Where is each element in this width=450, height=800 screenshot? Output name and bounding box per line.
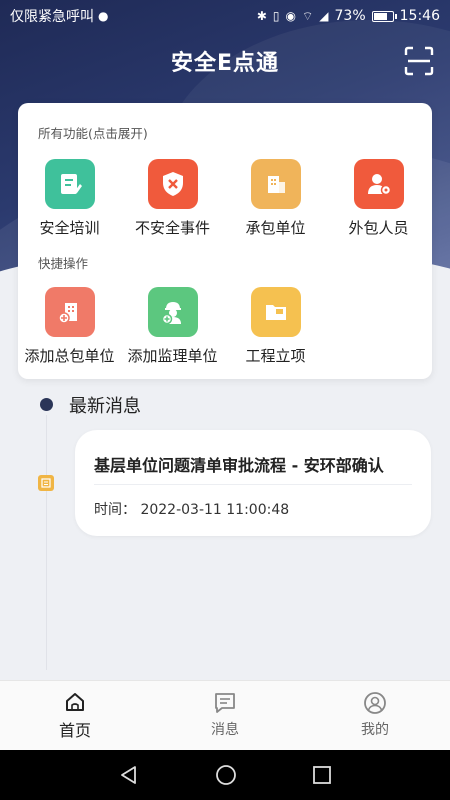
action-add-supervisor[interactable]: 添加监理单位 — [121, 287, 224, 366]
person-gear-icon — [353, 159, 404, 209]
building-icon — [250, 159, 301, 209]
training-icon — [44, 159, 95, 209]
all-functions-grid: 安全培训 不安全事件 承包单位 外包人员 — [18, 159, 432, 238]
tab-profile[interactable]: 我的 — [300, 681, 450, 750]
home-circle-icon[interactable] — [215, 764, 237, 786]
battery-percent: 73% — [334, 8, 366, 24]
news-heading: 最新消息 — [69, 396, 141, 417]
title-bar: 安全E点通 — [0, 38, 450, 84]
quick-actions-label: 快捷操作 — [38, 256, 89, 271]
tab-label: 消息 — [211, 722, 239, 738]
function-contractor[interactable]: 承包单位 — [224, 159, 327, 238]
status-bar: 仅限紧急呼叫 ● ✱ ▯ ◉ ⌔ ◢ 73% 15:46 — [0, 0, 450, 32]
clock: 15:46 — [399, 8, 440, 24]
news-time: 时间： 2022-03-11 11:00:48 — [94, 502, 290, 518]
timeline-line — [46, 415, 47, 670]
function-label: 不安全事件 — [134, 219, 210, 237]
recent-apps-icon[interactable] — [312, 765, 332, 785]
quick-actions-grid: 添加总包单位 添加监理单位 工程立项 — [18, 287, 432, 366]
system-nav-bar — [0, 750, 450, 800]
function-unsafe-event[interactable]: 不安全事件 — [121, 159, 224, 238]
bottom-tab-bar: 首页 消息 我的 — [0, 680, 450, 750]
tab-label: 首页 — [58, 721, 91, 740]
signal-icon: ◢ — [319, 9, 329, 23]
eye-icon: ◉ — [285, 9, 296, 23]
wechat-icon: ● — [98, 9, 109, 23]
wifi-icon: ⌔ — [302, 8, 314, 23]
function-safety-training[interactable]: 安全培训 — [18, 159, 121, 238]
timeline-dot — [40, 398, 53, 411]
all-functions-label[interactable]: 所有功能(点击展开) — [38, 123, 148, 142]
function-outsourced-staff[interactable]: 外包人员 — [327, 159, 430, 238]
action-label: 添加监理单位 — [127, 347, 218, 365]
vibrate-icon: ▯ — [272, 9, 280, 23]
action-project-initiation[interactable]: 工程立项 — [224, 287, 327, 366]
message-badge-icon — [38, 475, 54, 491]
news-card[interactable]: 基层单位问题清单审批流程 - 安环部确认 时间： 2022-03-11 11:0… — [75, 430, 431, 536]
add-building-icon — [44, 287, 95, 337]
news-divider — [94, 484, 412, 485]
action-add-general-contractor[interactable]: 添加总包单位 — [18, 287, 121, 366]
scan-icon[interactable] — [404, 46, 434, 76]
page-title: 安全E点通 — [170, 51, 280, 76]
carrier-text: 仅限紧急呼叫 — [10, 9, 94, 25]
message-icon — [215, 693, 235, 713]
tab-label: 我的 — [361, 722, 389, 738]
action-label: 工程立项 — [245, 347, 306, 365]
shield-alert-icon — [147, 159, 198, 209]
function-label: 安全培训 — [39, 219, 100, 237]
user-icon — [364, 692, 386, 714]
home-icon — [66, 693, 84, 711]
tab-messages[interactable]: 消息 — [150, 681, 300, 750]
battery-icon — [371, 10, 397, 22]
bluetooth-icon: ✱ — [256, 9, 267, 23]
action-label: 添加总包单位 — [24, 347, 115, 365]
function-label: 承包单位 — [245, 219, 306, 237]
tab-home[interactable]: 首页 — [0, 681, 150, 750]
folder-icon — [250, 287, 301, 337]
function-label: 外包人员 — [348, 219, 409, 237]
news-title: 基层单位问题清单审批流程 - 安环部确认 — [94, 456, 384, 475]
back-icon[interactable] — [118, 764, 140, 786]
add-supervisor-icon — [147, 287, 198, 337]
function-card: 所有功能(点击展开) 安全培训 不安全事件 承包单位 外包人员 快捷操作 添加总… — [18, 103, 432, 379]
